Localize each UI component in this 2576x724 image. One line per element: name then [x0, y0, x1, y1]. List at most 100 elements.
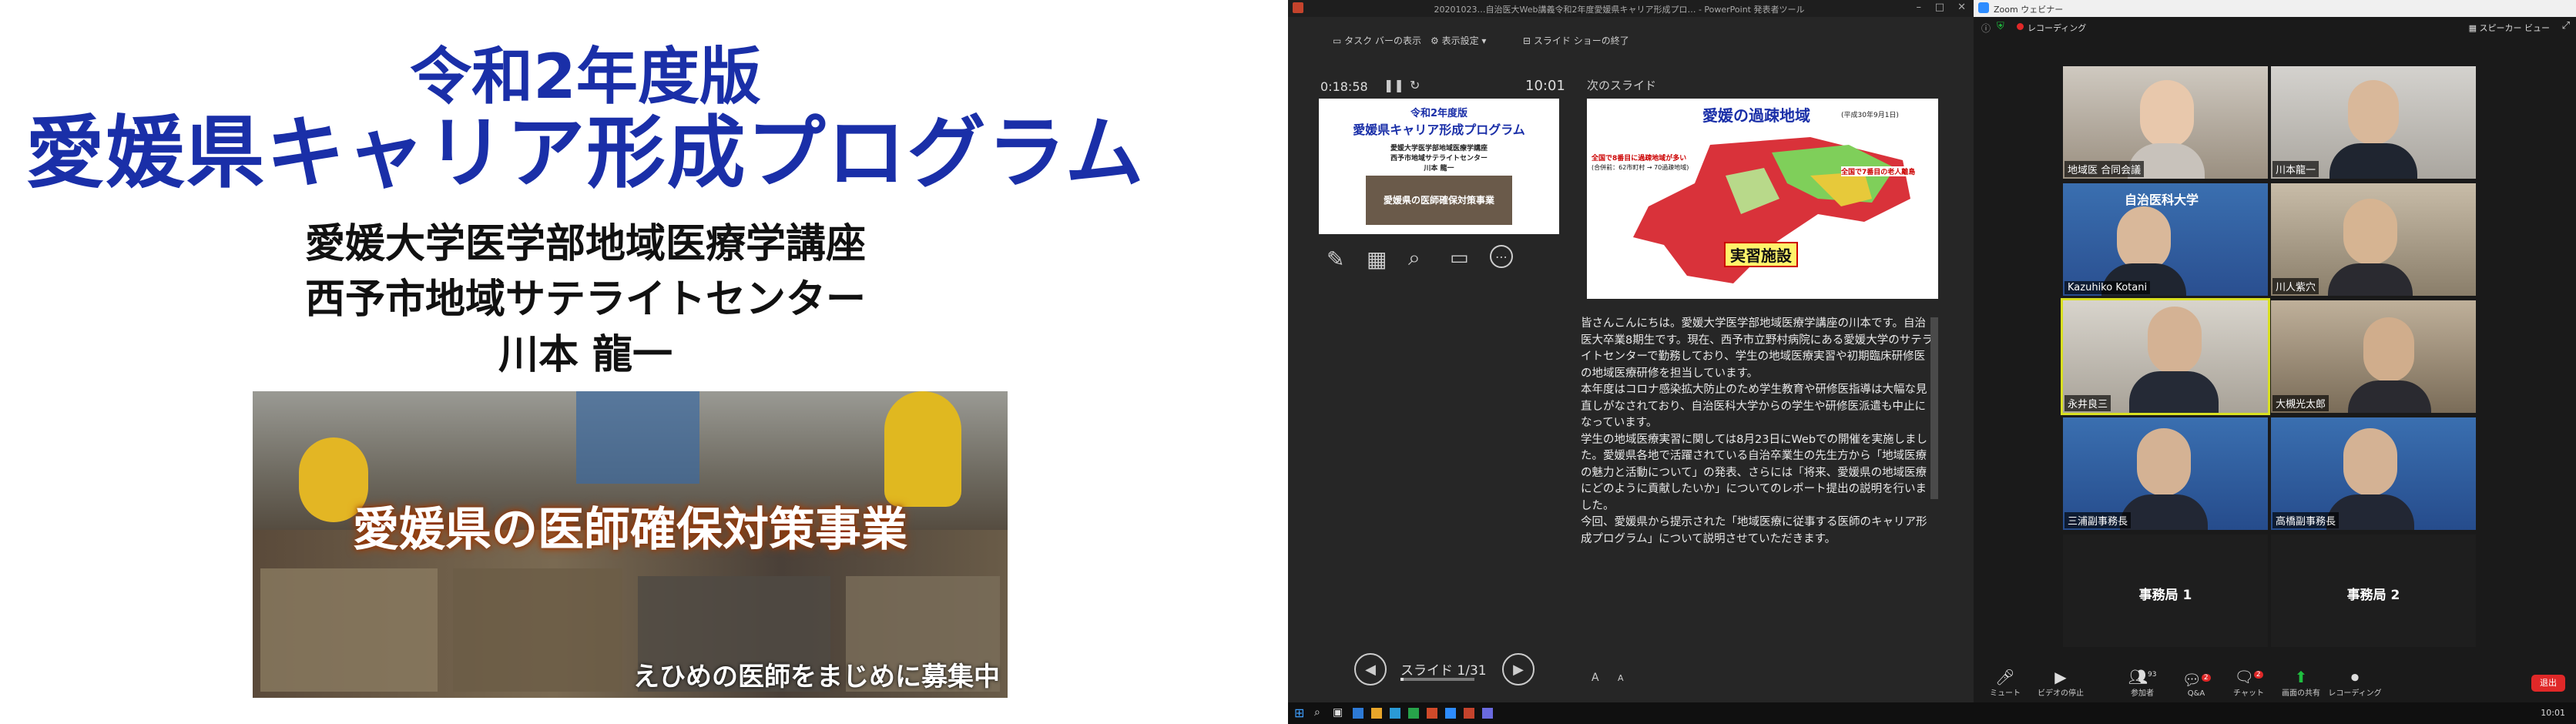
participants-button[interactable]: 👥︎93 参加者 — [2115, 665, 2169, 698]
thumb-line3: 愛媛大学医学部地域医療学講座 — [1390, 145, 1488, 153]
participant-name: 事務局 2 — [2346, 588, 2400, 603]
photo-recruit-text: えひめの医師をまじめに募集中 — [633, 662, 1000, 692]
speaker-view-label: スピーカー ビュー — [2479, 23, 2551, 33]
slide-counter: スライド 1/31 — [1400, 663, 1487, 679]
restart-timer-icon[interactable]: ↻ — [1410, 78, 1420, 92]
participant-video — [2137, 428, 2191, 496]
display-settings-button[interactable]: ⚙ 表示設定 ▾ — [1431, 34, 1486, 47]
participant-tile-active-speaker[interactable]: 永井良三 — [2061, 298, 2270, 415]
black-screen-icon[interactable]: ▭ — [1450, 246, 1469, 270]
stop-video-button[interactable]: ▶︎ ビデオの停止 — [2034, 668, 2088, 698]
info-icon[interactable]: ⓘ — [1981, 22, 1991, 35]
task-view-icon[interactable]: ▣ — [1333, 706, 1343, 719]
security-shield-icon[interactable]: ⛨ — [1997, 21, 2004, 32]
thumb-line5: 川本 龍一 — [1424, 165, 1454, 173]
participant-tile[interactable]: 川本龍一 — [2271, 66, 2476, 179]
taskbar-app-icon[interactable] — [1390, 708, 1400, 719]
video-icon: ▶︎ — [2054, 668, 2067, 686]
fullscreen-icon[interactable]: ⤢ — [2562, 20, 2570, 32]
next-slide-note2: (合併前：62市町村 → 70過疎地域) — [1592, 164, 1689, 171]
powerpoint-icon — [1293, 2, 1303, 13]
zoom-window-title: Zoom ウェビナー — [1994, 5, 2064, 15]
slide-org-line2: 西予市地域サテライトセンター — [304, 277, 866, 323]
chat-icon: 🗨︎ 2 — [2222, 665, 2276, 686]
participant-name: 事務局 1 — [2138, 588, 2192, 603]
taskbar-app-icon[interactable] — [1353, 708, 1363, 719]
next-slide-note3: 全国で7番目の老人離島 — [1841, 166, 1916, 176]
share-screen-label: 画面の共有 — [2282, 689, 2320, 698]
start-button-icon[interactable]: ⊞ — [1294, 706, 1304, 720]
qa-badge: 2 — [2201, 674, 2211, 682]
taskbar-app-icon[interactable] — [1445, 708, 1456, 719]
participant-tile[interactable]: 川人紫穴 — [2271, 183, 2476, 296]
participant-video-body — [2120, 494, 2208, 530]
search-icon[interactable]: ⌕ — [1314, 706, 1320, 719]
notes-scrollbar[interactable] — [1930, 317, 1938, 499]
participant-tile-no-video[interactable]: 事務局 1 — [2063, 535, 2268, 647]
participant-video — [2343, 199, 2397, 265]
mascot-image — [884, 391, 961, 507]
chat-button[interactable]: 🗨︎ 2 チャット — [2222, 665, 2276, 698]
participant-name: 三浦副事務長 — [2064, 512, 2132, 528]
taskbar-app-icon[interactable] — [1371, 708, 1382, 719]
participant-video — [2148, 307, 2202, 374]
next-slide-label: 次のスライド — [1587, 79, 1657, 92]
pen-tool-icon[interactable]: ✎ — [1327, 246, 1344, 272]
taskbar-app-icon[interactable] — [1482, 708, 1493, 719]
qa-button[interactable]: 💬︎ 2 Q&A — [2169, 669, 2223, 698]
next-slide-button[interactable]: ▶ — [1502, 653, 1535, 685]
thumb-photo: 愛媛県の医師確保対策事業 — [1366, 176, 1512, 225]
pause-timer-icon[interactable]: ❚❚ — [1384, 78, 1404, 92]
show-taskbar-label: タスク バーの表示 — [1344, 35, 1421, 46]
previous-slide-button[interactable]: ◀ — [1354, 653, 1387, 685]
taskbar-clock: 10:01 — [2541, 708, 2565, 718]
more-options-icon[interactable]: ⋯ — [1490, 245, 1513, 268]
close-icon[interactable]: ✕ — [1957, 2, 1966, 13]
presenter-toolbar: ▭ タスク バーの表示 ⚙ 表示設定 ▾ ⊟ スライド ショーの終了 — [1288, 23, 1974, 54]
end-slideshow-button[interactable]: ⊟ スライド ショーの終了 — [1523, 34, 1629, 47]
display-settings-label: 表示設定 ▾ — [1441, 35, 1487, 46]
slide-photo-collage: 愛媛県の医師確保対策事業 えひめの医師をまじめに募集中 — [253, 391, 1008, 698]
participant-tile[interactable]: 大槻光太郎 — [2271, 300, 2476, 413]
current-slide-thumbnail[interactable]: 令和2年度版 愛媛県キャリア形成プログラム 愛媛大学医学部地域医療学講座 西予市… — [1319, 99, 1559, 234]
maximize-icon[interactable]: □ — [1935, 2, 1944, 13]
participant-tile-no-video[interactable]: 事務局 2 — [2271, 535, 2476, 647]
show-taskbar-button[interactable]: ▭ タスク バーの表示 — [1333, 34, 1421, 47]
participant-video — [2343, 428, 2397, 496]
speaker-view-button[interactable]: ▦ スピーカー ビュー — [2469, 22, 2550, 34]
slide-org-line1: 愛媛大学医学部地域医療学講座 — [304, 221, 866, 267]
slide-show: 令和2年度版 愛媛県キャリア形成プログラム 愛媛大学医学部地域医療学講座 西予市… — [0, 0, 1288, 724]
decrease-font-button[interactable]: A — [1618, 673, 1624, 683]
participant-name: 川人紫穴 — [2272, 278, 2319, 294]
mute-button[interactable]: 🎤︎ ミュート — [1978, 668, 2032, 698]
speaker-notes[interactable]: 皆さんこんにちは。愛媛大学医学部地域医療学講座の川本です。自治医大卒業8期生です… — [1581, 316, 1935, 655]
next-slide-note1: 全国で8番目に過疎地域が多い — [1592, 155, 1687, 163]
next-slide-date: (平成30年9月1日) — [1841, 112, 1899, 119]
leave-button[interactable]: 退出 — [2531, 675, 2565, 692]
participant-video — [2348, 80, 2399, 145]
minimize-icon[interactable]: – — [1917, 2, 1922, 13]
presenter-view-window: 20201023…自治医大Web講義令和2年度愛媛県キャリア形成プロ… - Po… — [1288, 0, 1974, 724]
participant-tile[interactable]: 三浦副事務長 — [2063, 417, 2268, 530]
taskbar-app-icon[interactable] — [1464, 708, 1474, 719]
presenter-titlebar: 20201023…自治医大Web講義令和2年度愛媛県キャリア形成プロ… - Po… — [1288, 0, 1974, 17]
participant-name: 地域医 合同会議 — [2064, 161, 2145, 177]
participant-tile[interactable]: 高橋副事務長 — [2271, 417, 2476, 530]
slide-title-line2: 愛媛県キャリア形成プログラム — [25, 108, 1145, 199]
elapsed-timer: 0:18:58 — [1320, 79, 1368, 94]
taskbar-app-icon[interactable] — [1427, 708, 1437, 719]
participant-tile[interactable]: 自治医科大学 Kazuhiko Kotani — [2063, 183, 2268, 296]
participant-video-body — [2329, 143, 2417, 179]
participant-name: 川本龍一 — [2272, 161, 2319, 177]
see-all-slides-icon[interactable]: ▦ — [1367, 246, 1387, 272]
participants-label: 参加者 — [2131, 689, 2154, 698]
participant-video — [2363, 317, 2414, 382]
taskbar-app-icon[interactable] — [1408, 708, 1419, 719]
recording-indicator[interactable]: レコーディング — [2028, 22, 2086, 34]
increase-font-button[interactable]: A — [1592, 672, 1599, 684]
record-button[interactable]: ⏺ レコーディング — [2328, 668, 2382, 698]
zoom-slide-icon[interactable]: ⌕ — [1408, 245, 1420, 271]
stop-video-label: ビデオの停止 — [2038, 689, 2084, 698]
participant-tile[interactable]: 地域医 合同会議 — [2063, 66, 2268, 179]
share-screen-button[interactable]: ⬆ 画面の共有 — [2274, 668, 2328, 698]
